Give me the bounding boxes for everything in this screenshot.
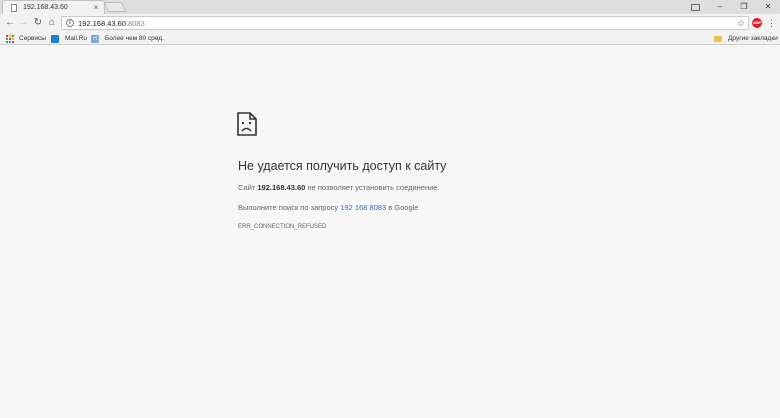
- bookmark-star-icon[interactable]: ☆: [737, 17, 745, 29]
- error-host: 192.168.43.60: [257, 183, 306, 192]
- close-window-button[interactable]: ✕: [756, 0, 780, 14]
- browser-toolbar: ← → ↻ ⌂ i 192.168.43.60:8083 ☆ ABP ⋮: [0, 14, 780, 32]
- error-code: ERR_CONNECTION_REFUSED: [238, 224, 327, 230]
- error-description: Сайт 192.168.43.60 не позволяет установи…: [238, 183, 440, 192]
- url-host: 192.168.43.60: [78, 18, 126, 28]
- reload-button[interactable]: ↻: [31, 16, 45, 30]
- address-bar[interactable]: i 192.168.43.60:8083 ☆: [61, 16, 749, 30]
- tab-active[interactable]: 192.168.43.60 ×: [2, 0, 105, 14]
- bookmark-more-label: Более чем 80 сред.: [105, 35, 164, 42]
- url-port: :8083: [125, 18, 145, 28]
- error-suggestion-suffix: в Google: [386, 203, 419, 212]
- folder-icon: [714, 35, 722, 42]
- bookmark-mail[interactable]: Mail.Ru: [51, 33, 87, 44]
- profile-icon[interactable]: [691, 3, 700, 11]
- bookmark-other-label: Другие закладки: [728, 35, 778, 42]
- new-tab-button[interactable]: [103, 2, 127, 12]
- bookmark-apps-label: Сервисы: [19, 35, 46, 42]
- page-icon: [11, 3, 17, 12]
- menu-icon[interactable]: ⋮: [767, 16, 776, 30]
- bookmark-mail-label: Mail.Ru: [65, 35, 88, 42]
- error-suggestion-prefix: Выполните поиск по запросу: [238, 203, 341, 212]
- minimize-button[interactable]: –: [708, 0, 732, 14]
- error-title: Не удается получить доступ к сайту: [238, 159, 447, 173]
- home-button[interactable]: ⌂: [45, 16, 59, 30]
- bookmark-other[interactable]: Другие закладки: [714, 33, 778, 44]
- error-description-suffix: не позволяет установить соединение.: [305, 183, 440, 192]
- forward-button[interactable]: →: [16, 16, 30, 30]
- tab-title: 192.168.43.60: [23, 4, 68, 11]
- restore-button[interactable]: ❐: [732, 0, 756, 14]
- site-icon: H: [91, 34, 99, 43]
- sad-page-icon: [237, 112, 257, 136]
- bookmark-apps[interactable]: Сервисы: [6, 33, 46, 44]
- error-description-prefix: Сайт: [238, 183, 258, 192]
- apps-grid-icon: [6, 34, 14, 43]
- bookmarks-bar: Сервисы Mail.Ru H Более чем 80 сред. Дру…: [0, 32, 780, 45]
- info-icon[interactable]: i: [66, 19, 74, 27]
- window-controls: – ❐ ✕: [683, 0, 780, 14]
- error-suggestion: Выполните поиск по запросу 192 168 8083 …: [238, 203, 418, 212]
- back-button[interactable]: ←: [3, 16, 17, 30]
- bookmark-more[interactable]: H Более чем 80 сред.: [91, 33, 164, 44]
- mail-ru-icon: [51, 34, 59, 43]
- tab-close-icon[interactable]: ×: [91, 3, 101, 12]
- search-link[interactable]: 192 168 8083: [340, 203, 386, 212]
- adblock-icon[interactable]: ABP: [752, 18, 762, 28]
- title-bar: 192.168.43.60 × – ❐ ✕: [0, 0, 780, 14]
